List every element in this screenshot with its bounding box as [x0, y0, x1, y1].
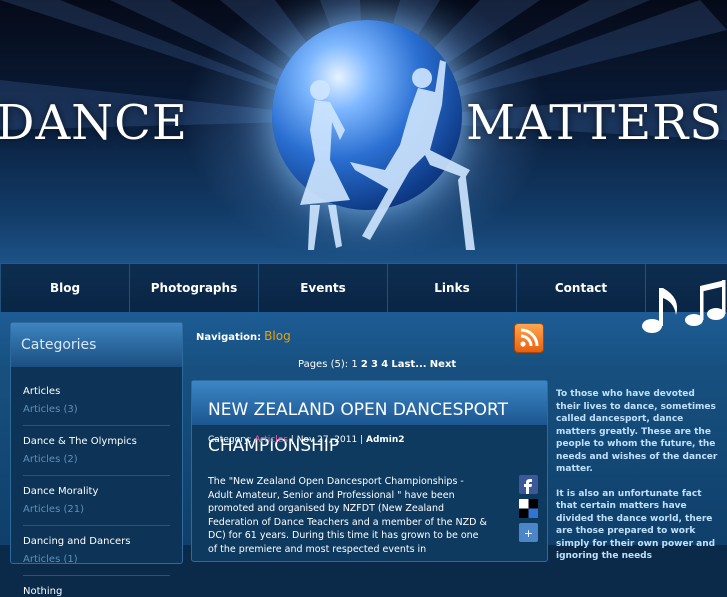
article-title[interactable]: NEW ZEALAND OPEN DANCESPORT CHAMPIONSHIP	[208, 392, 538, 464]
article-card: NEW ZEALAND OPEN DANCESPORT CHAMPIONSHIP…	[191, 380, 548, 562]
rss-icon[interactable]	[514, 323, 544, 353]
rss-glyph	[520, 328, 539, 347]
delicious-icon[interactable]	[519, 499, 538, 518]
category-item: Dance & The Olympics Articles (2)	[11, 436, 182, 465]
meta-category-label: Category:	[208, 435, 252, 445]
info-paragraph-2: It is also an unfortunate fact that cert…	[556, 488, 716, 562]
logo-dance: DANCE	[0, 95, 188, 151]
logo-matters: MATTERS	[466, 95, 724, 151]
page-last[interactable]: Last...	[391, 359, 426, 370]
category-count: Articles (3)	[23, 404, 78, 415]
page-2[interactable]: 2	[361, 359, 368, 370]
sidebar-title: Categories	[11, 323, 182, 367]
page-3[interactable]: 3	[371, 359, 378, 370]
breadcrumb: Navigation: Blog	[196, 329, 291, 343]
facebook-icon[interactable]	[519, 475, 538, 494]
info-panel: To those who have devoted their lives to…	[556, 388, 720, 575]
pagination-prefix: Pages (5):	[298, 359, 349, 370]
category-dancing-dancers[interactable]: Dancing and Dancers	[23, 536, 170, 547]
music-notes-icon	[642, 280, 726, 333]
dancers-silhouette	[300, 60, 475, 250]
category-dance-olympics[interactable]: Dance & The Olympics	[23, 436, 170, 447]
category-count: Articles (21)	[23, 504, 84, 515]
category-item: Dance Morality Articles (21)	[11, 486, 182, 515]
breadcrumb-label: Navigation:	[196, 332, 262, 343]
divider	[23, 475, 170, 476]
delicious-glyph	[519, 499, 538, 518]
meta-category-link[interactable]: Articles	[254, 435, 288, 445]
pagination: Pages (5): 1 2 3 4 Last... Next	[298, 359, 456, 370]
site-header: DANCE MATTERS	[0, 0, 727, 263]
divider	[23, 425, 170, 426]
article-body: The "New Zealand Open Dancesport Champio…	[208, 476, 487, 555]
page-next[interactable]: Next	[430, 359, 456, 370]
category-count: Articles (1)	[23, 554, 78, 565]
category-count: Articles (2)	[23, 454, 78, 465]
category-item: Dancing and Dancers Articles (1)	[11, 536, 182, 565]
nav-blog[interactable]: Blog	[0, 264, 130, 312]
svg-text:+: +	[524, 527, 533, 540]
page-4[interactable]: 4	[381, 359, 388, 370]
nav-events[interactable]: Events	[259, 264, 388, 312]
meta-date: Nov 27, 2011	[296, 435, 358, 445]
category-item: Nothing	[11, 586, 182, 597]
info-paragraph-1: To those who have devoted their lives to…	[556, 389, 718, 474]
category-item: Articles Articles (3)	[11, 386, 182, 415]
category-nothing[interactable]: Nothing	[23, 586, 170, 597]
main-nav: Blog Photographs Events Links Contact	[0, 263, 727, 313]
nav-links[interactable]: Links	[388, 264, 517, 312]
category-dance-morality[interactable]: Dance Morality	[23, 486, 170, 497]
divider	[23, 575, 170, 576]
breadcrumb-current[interactable]: Blog	[264, 329, 291, 343]
share-glyph: +	[524, 527, 533, 540]
facebook-glyph	[524, 479, 532, 494]
nav-photographs[interactable]: Photographs	[130, 264, 259, 312]
article-meta: Category: Articles | Nov 27, 2011 | Admi…	[208, 435, 405, 445]
categories-sidebar: Categories Articles Articles (3) Dance &…	[10, 322, 183, 597]
share-icon[interactable]: +	[519, 523, 538, 542]
category-articles[interactable]: Articles	[23, 386, 170, 397]
divider	[23, 525, 170, 526]
nav-contact[interactable]: Contact	[517, 264, 646, 312]
meta-author: Admin2	[365, 435, 405, 445]
page-1[interactable]: 1	[351, 359, 357, 370]
